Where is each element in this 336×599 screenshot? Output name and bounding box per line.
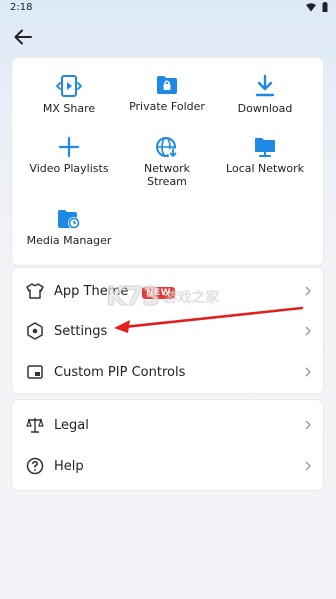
status-icons (306, 2, 328, 12)
mx-share-label: MX Share (42, 102, 96, 115)
status-time: 2:18 (10, 2, 33, 13)
custom-pip-row[interactable]: Custom PIP Controls (12, 353, 323, 391)
chevron-right-icon (305, 461, 311, 471)
monitor-icon (255, 138, 275, 157)
watermark-text: 游戏之家 (163, 290, 220, 307)
watermark-logo: K73 (105, 282, 160, 313)
info-card: Legal Help (12, 400, 323, 490)
status-bar: 2:18 (0, 0, 336, 18)
mx-share-item[interactable]: MX Share (20, 74, 118, 115)
chevron-right-icon (305, 420, 311, 430)
video-playlists-label: Video Playlists (29, 162, 109, 175)
download-item[interactable]: Download (216, 74, 314, 115)
local-network-label: Local Network (226, 162, 304, 175)
settings-label: Settings (54, 323, 108, 339)
mx-share-icon (56, 75, 82, 97)
chevron-right-icon (305, 286, 311, 296)
network-stream-item[interactable]: Network Stream (118, 136, 216, 188)
help-label: Help (54, 458, 84, 474)
settings-hexagon-icon (26, 322, 44, 340)
back-button[interactable] (10, 26, 36, 48)
battery-icon (322, 2, 328, 12)
help-icon (26, 457, 44, 475)
shirt-icon (26, 282, 44, 300)
download-label: Download (237, 102, 293, 115)
private-folder-label: Private Folder (129, 100, 205, 113)
plus-icon (58, 136, 80, 158)
wifi-icon (306, 2, 316, 11)
media-manager-label: Media Manager (26, 234, 112, 247)
custom-pip-label: Custom PIP Controls (54, 364, 186, 380)
pip-icon (26, 363, 44, 381)
legal-row[interactable]: Legal (12, 406, 323, 444)
globe-icon (156, 137, 178, 158)
local-network-item[interactable]: Local Network (216, 136, 314, 175)
media-folder-icon (58, 210, 80, 229)
network-stream-label: Network Stream (144, 162, 190, 188)
arrow-left-icon (14, 29, 32, 45)
watermark: K73 游戏之家 (105, 280, 256, 314)
private-folder-item[interactable]: Private Folder (118, 74, 216, 113)
help-row[interactable]: Help (12, 447, 323, 485)
features-card: MX Share Private Folder Download Video P… (12, 58, 323, 265)
chevron-right-icon (305, 367, 311, 377)
chevron-right-icon (305, 326, 311, 336)
video-playlists-item[interactable]: Video Playlists (20, 136, 118, 175)
settings-row[interactable]: Settings (12, 312, 323, 350)
scale-icon (26, 416, 44, 434)
media-manager-item[interactable]: Media Manager (20, 208, 118, 247)
download-icon (255, 74, 275, 97)
legal-label: Legal (54, 417, 89, 433)
lock-folder-icon (157, 76, 177, 94)
